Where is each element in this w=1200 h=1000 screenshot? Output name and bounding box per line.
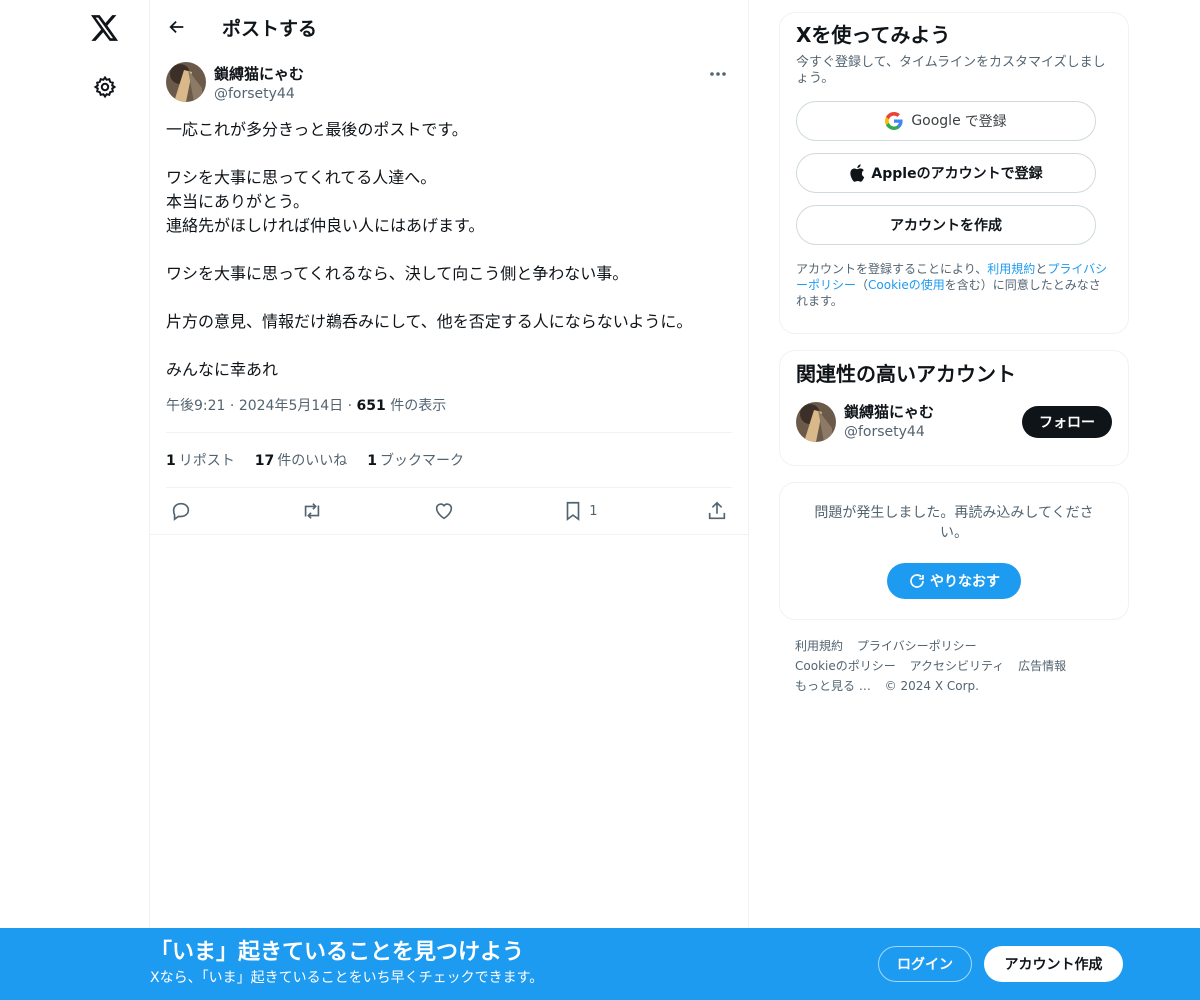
apple-signup-label: Appleのアカウントで登録: [871, 166, 1043, 182]
bottom-signup-bar: 「いま」起きていることを見つけよう Xなら、「いま」起きていることをいち早くチェ…: [0, 928, 1200, 1000]
related-card-title: 関連性の高いアカウント: [796, 362, 1016, 386]
post-line: [166, 286, 732, 310]
post-line: [166, 238, 732, 262]
related-accounts-card: 関連性の高いアカウント 鎖縛猫にゃむ @forsety44 フォロー: [779, 350, 1129, 466]
post-line: 片方の意見、情報だけ鵜呑みにして、他を否定する人にならないように。: [166, 312, 693, 331]
share-icon: [708, 501, 726, 520]
apple-signup-button[interactable]: Appleのアカウントで登録: [796, 153, 1096, 193]
repost-button[interactable]: [300, 500, 324, 522]
signup-card: Xを使ってみよう 今すぐ登録して、タイムラインをカスタマイズしましょう。 Goo…: [779, 12, 1129, 334]
author-name[interactable]: 鎖縛猫にゃむ: [214, 64, 304, 84]
page-title: ポストする: [222, 17, 318, 40]
reply-icon: [172, 502, 190, 521]
likes-count: 17: [254, 453, 275, 469]
heart-icon: [435, 503, 453, 520]
reposts-label: リポスト: [178, 453, 235, 469]
footer-links: 利用規約 プライバシーポリシー Cookieのポリシー アクセシビリティ 広告情…: [779, 636, 1129, 696]
footer-privacy-link[interactable]: プライバシーポリシー: [857, 639, 977, 653]
x-logo-icon[interactable]: [80, 3, 130, 53]
related-account-handle[interactable]: @forsety44: [844, 422, 1022, 442]
related-account-name[interactable]: 鎖縛猫にゃむ: [844, 402, 1022, 422]
legal-prefix: アカウントを登録することにより、: [796, 262, 988, 276]
views-label: 件の表示: [390, 398, 447, 414]
share-button[interactable]: [706, 500, 728, 522]
bookmark-button[interactable]: 1: [563, 500, 598, 522]
avatar[interactable]: [166, 62, 206, 102]
legal-mid: （: [856, 278, 869, 292]
footer-copyright: © 2024 X Corp.: [884, 679, 979, 693]
post-line: [166, 334, 732, 358]
like-button[interactable]: [433, 500, 455, 522]
reposts-stat[interactable]: 1 リポスト: [166, 450, 235, 470]
error-card: 問題が発生しました。再読み込みしてください。 やりなおす: [779, 482, 1129, 620]
signup-button[interactable]: アカウント作成: [984, 946, 1123, 982]
post-text: 一応これが多分きっと最後のポストです。 ワシを大事に思ってくれてる人達へ。 本当…: [166, 118, 732, 382]
bookmarks-stat[interactable]: 1 ブックマーク: [367, 450, 464, 470]
footer-more-link[interactable]: もっと見る …: [795, 679, 871, 693]
post-line: [166, 142, 732, 166]
retry-button[interactable]: やりなおす: [887, 563, 1021, 599]
likes-stat[interactable]: 17 件のいいね: [255, 450, 347, 470]
google-signup-label: Google: [911, 113, 961, 129]
related-account[interactable]: 鎖縛猫にゃむ @forsety44 フォロー: [796, 400, 1112, 444]
page-header: ポストする: [150, 0, 748, 54]
google-signup-suffix: で登録: [964, 114, 1007, 130]
google-icon: [885, 112, 903, 130]
footer-accessibility-link[interactable]: アクセシビリティ: [910, 659, 1005, 673]
error-message: 問題が発生しました。再読み込みしてください。: [814, 505, 1094, 541]
footer-terms-link[interactable]: 利用規約: [795, 639, 843, 653]
post-meta: 午後9:21 · 2024年5月14日 · 651 件の表示: [166, 396, 732, 416]
signup-card-title: Xを使ってみよう: [796, 23, 951, 47]
post-line: 本当にありがとう。: [166, 192, 310, 211]
main-column: ポストする 鎖縛猫にゃむ @forsety44 一応これが多分きっと最後のポスト…: [150, 0, 749, 1000]
post-stats: 1 リポスト 17 件のいいね 1 ブックマーク: [166, 433, 732, 487]
likes-label: 件のいいね: [277, 453, 348, 469]
post-line: 一応これが多分きっと最後のポストです。: [166, 120, 468, 139]
reply-button[interactable]: [170, 500, 192, 522]
post-actions: 1: [150, 488, 748, 535]
bottom-bar-title: 「いま」起きていることを見つけよう: [150, 940, 525, 965]
bookmark-icon: [566, 501, 580, 521]
post-author: 鎖縛猫にゃむ @forsety44: [166, 62, 732, 106]
bookmarks-label: ブックマーク: [379, 453, 464, 469]
cookie-link[interactable]: Cookieの使用: [868, 278, 945, 292]
avatar[interactable]: [796, 402, 836, 442]
post-time[interactable]: 午後9:21: [166, 398, 225, 414]
post: 鎖縛猫にゃむ @forsety44 一応これが多分きっと最後のポストです。 ワシ…: [150, 54, 748, 535]
post-date[interactable]: 2024年5月14日: [239, 398, 343, 414]
login-button[interactable]: ログイン: [878, 946, 972, 982]
post-line: ワシを大事に思ってくれてる人達へ。: [166, 168, 437, 187]
footer-ads-link[interactable]: 広告情報: [1018, 659, 1066, 673]
refresh-icon: [910, 574, 924, 588]
related-account-text: 鎖縛猫にゃむ @forsety44: [844, 402, 1022, 442]
views-count: 651: [356, 398, 386, 414]
right-sidebar: Xを使ってみよう 今すぐ登録して、タイムラインをカスタマイズしましょう。 Goo…: [779, 12, 1129, 696]
post-line: 連絡先がほしければ仲良い人にはあげます。: [166, 216, 485, 235]
signup-card-subtitle: 今すぐ登録して、タイムラインをカスタマイズしましょう。: [796, 55, 1106, 86]
google-signup-button[interactable]: Google で登録: [796, 101, 1096, 141]
left-nav: [0, 0, 150, 1000]
bottom-bar-subtitle: Xなら、「いま」起きていることをいち早くチェックできます。: [150, 970, 544, 986]
repost-icon: [305, 503, 320, 519]
bookmarks-count: 1: [367, 453, 377, 469]
arrow-left-icon[interactable]: [164, 14, 190, 40]
more-options-icon[interactable]: [704, 64, 732, 84]
follow-button[interactable]: フォロー: [1022, 406, 1112, 438]
author-handle[interactable]: @forsety44: [214, 84, 304, 104]
legal-text: アカウントを登録することにより、利用規約とプライバシーポリシー（Cookieの使…: [796, 261, 1112, 309]
meta-separator: ·: [347, 398, 357, 414]
post-line: ワシを大事に思ってくれるなら、決して向こう側と争わない事。: [166, 264, 629, 283]
create-account-button[interactable]: アカウントを作成: [796, 205, 1096, 245]
bookmark-action-count: 1: [589, 503, 598, 519]
reposts-count: 1: [166, 453, 176, 469]
meta-separator: ·: [229, 398, 239, 414]
author-text: 鎖縛猫にゃむ @forsety44: [214, 64, 304, 104]
footer-cookie-link[interactable]: Cookieのポリシー: [795, 659, 896, 673]
terms-link[interactable]: 利用規約: [987, 262, 1035, 276]
retry-label: やりなおす: [930, 574, 1000, 590]
apple-icon: [850, 164, 865, 182]
gear-icon[interactable]: [80, 62, 130, 112]
post-line: みんなに幸あれ: [166, 360, 279, 379]
legal-and: と: [1035, 262, 1048, 276]
